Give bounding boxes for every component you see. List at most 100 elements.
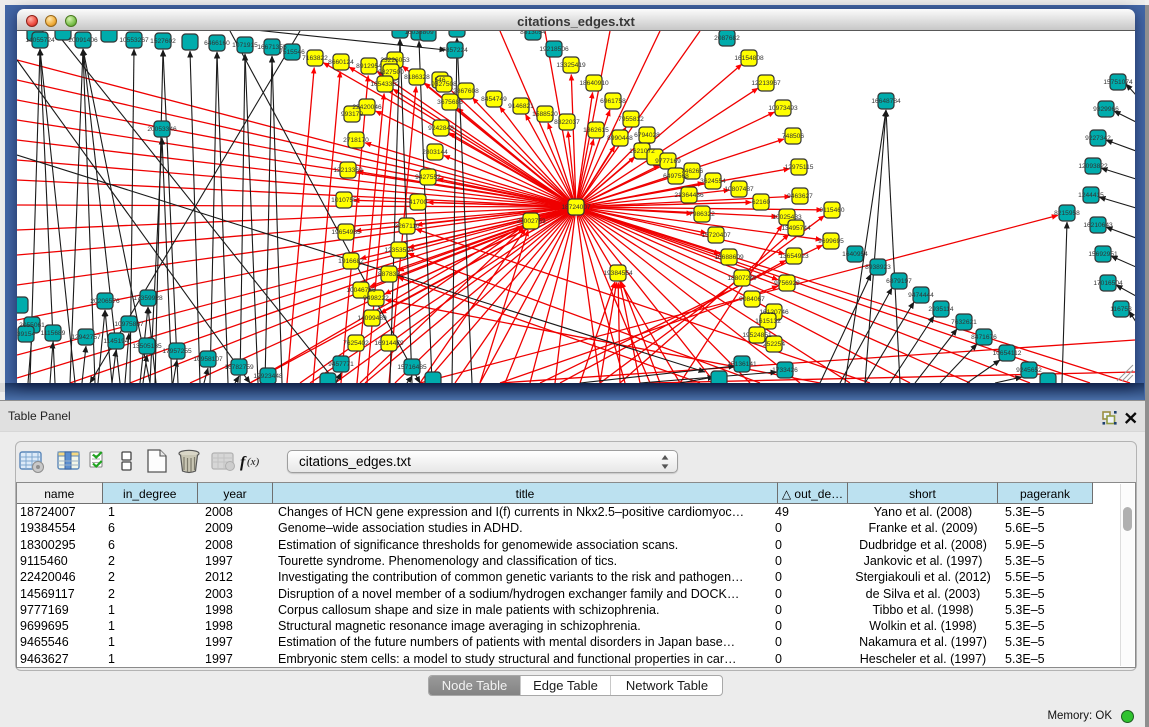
svg-text:10688609: 10688609 xyxy=(714,254,744,261)
svg-text:8471676: 8471676 xyxy=(971,334,997,341)
svg-text:12942757: 12942757 xyxy=(71,334,101,341)
svg-text:3624554: 3624554 xyxy=(700,178,726,185)
svg-text:7163822: 7163822 xyxy=(302,55,328,62)
svg-text:7625402: 7625402 xyxy=(343,340,369,347)
svg-text:9227342: 9227342 xyxy=(1085,135,1111,142)
svg-text:1010755: 1010755 xyxy=(331,197,357,204)
svg-text:20091406: 20091406 xyxy=(68,37,98,44)
svg-text:1588520: 1588520 xyxy=(532,111,558,118)
svg-text:10958107: 10958107 xyxy=(193,356,223,363)
svg-text:20053346: 20053346 xyxy=(147,126,177,133)
svg-text:1145194: 1145194 xyxy=(103,338,129,345)
svg-text:1621072: 1621072 xyxy=(629,148,655,155)
svg-text:18640910: 18640910 xyxy=(579,80,609,87)
svg-text:2087682: 2087682 xyxy=(714,35,740,42)
svg-text:9777169: 9777169 xyxy=(655,158,681,165)
svg-text:12213369: 12213369 xyxy=(333,167,363,174)
svg-text:252254: 252254 xyxy=(763,341,785,348)
svg-text:9084067: 9084067 xyxy=(739,296,765,303)
svg-text:116753: 116753 xyxy=(1110,306,1132,313)
svg-text:16120746: 16120746 xyxy=(759,309,789,316)
svg-text:15751074: 15751074 xyxy=(1103,79,1133,86)
svg-text:16782759: 16782759 xyxy=(224,364,254,371)
svg-text:9327508: 9327508 xyxy=(431,81,457,88)
svg-text:6879197: 6879197 xyxy=(886,278,912,285)
svg-text:9329966: 9329966 xyxy=(1093,106,1119,113)
svg-text:16914479: 16914479 xyxy=(374,340,404,347)
svg-text:16648784: 16648784 xyxy=(871,98,901,105)
svg-text:10807487: 10807487 xyxy=(724,186,754,193)
svg-text:20206576: 20206576 xyxy=(90,298,120,305)
svg-text:21364436: 21364436 xyxy=(674,192,704,199)
svg-text:15692951: 15692951 xyxy=(1088,251,1118,258)
svg-text:9827500: 9827500 xyxy=(378,69,404,76)
svg-text:16543382: 16543382 xyxy=(370,81,400,88)
svg-text:6466160: 6466160 xyxy=(204,40,230,47)
svg-text:19654985: 19654985 xyxy=(331,229,361,236)
svg-text:10046766: 10046766 xyxy=(346,287,376,294)
svg-text:1640954: 1640954 xyxy=(842,251,868,258)
svg-text:2867608: 2867608 xyxy=(453,88,479,95)
svg-text:18724007: 18724007 xyxy=(561,204,591,211)
svg-text:(x): (x) xyxy=(247,456,260,468)
svg-text:12093822: 12093822 xyxy=(1078,163,1108,170)
svg-text:41700: 41700 xyxy=(409,199,428,206)
svg-text:16033809: 16033809 xyxy=(404,31,434,36)
svg-text:39154: 39154 xyxy=(17,331,35,338)
svg-text:12213967: 12213967 xyxy=(751,80,781,87)
svg-text:3267110: 3267110 xyxy=(394,223,420,230)
svg-text:15720407: 15720407 xyxy=(701,232,731,239)
svg-text:887833: 887833 xyxy=(378,271,400,278)
svg-text:9457771: 9457771 xyxy=(328,361,354,368)
svg-text:8454749: 8454749 xyxy=(481,96,507,103)
svg-text:8660124: 8660124 xyxy=(328,59,354,66)
svg-text:10975867: 10975867 xyxy=(114,321,144,328)
svg-text:12923448: 12923448 xyxy=(253,373,283,380)
svg-text:10025433: 10025433 xyxy=(772,214,802,221)
svg-text:2935114: 2935114 xyxy=(928,306,954,313)
svg-text:16210643: 16210643 xyxy=(1083,222,1113,229)
svg-text:19218506: 19218506 xyxy=(539,46,569,53)
svg-text:13505135: 13505135 xyxy=(132,343,162,350)
svg-text:12975115: 12975115 xyxy=(785,164,814,171)
svg-text:13654923: 13654923 xyxy=(779,253,809,260)
svg-text:15136141: 15136141 xyxy=(727,361,757,368)
svg-text:23226053: 23226053 xyxy=(380,57,410,64)
svg-text:1244415: 1244415 xyxy=(1078,192,1104,199)
svg-text:1733426: 1733426 xyxy=(772,367,798,374)
svg-text:1115689: 1115689 xyxy=(41,330,66,337)
svg-text:1916682: 1916682 xyxy=(338,258,364,265)
svg-text:13495744: 13495744 xyxy=(781,225,811,232)
svg-text:7632621: 7632621 xyxy=(951,319,977,326)
svg-text:16154808: 16154808 xyxy=(734,55,764,62)
svg-text:14099489: 14099489 xyxy=(357,315,387,322)
svg-text:2718170: 2718170 xyxy=(343,137,369,144)
svg-text:7986322: 7986322 xyxy=(689,211,715,218)
svg-text:7955812: 7955812 xyxy=(618,116,644,123)
svg-text:15716485: 15716485 xyxy=(397,364,427,371)
svg-text:748506: 748506 xyxy=(782,133,804,140)
svg-text:62160: 62160 xyxy=(752,199,771,206)
svg-text:9756928: 9756928 xyxy=(774,280,800,287)
svg-text:14055724: 14055724 xyxy=(25,37,55,44)
svg-text:9498222: 9498222 xyxy=(363,295,389,302)
svg-text:19524851: 19524851 xyxy=(742,332,772,339)
svg-text:9699695: 9699695 xyxy=(818,238,844,245)
svg-text:f: f xyxy=(240,454,247,471)
svg-text:8215958: 8215958 xyxy=(1054,210,1080,217)
svg-text:12353594: 12353594 xyxy=(384,247,414,254)
svg-text:6794028: 6794028 xyxy=(634,132,660,139)
svg-text:8938923: 8938923 xyxy=(865,264,891,271)
svg-text:9146821: 9146821 xyxy=(508,103,534,110)
svg-text:9245652: 9245652 xyxy=(1016,367,1042,374)
svg-text:2055061: 2055061 xyxy=(19,322,45,329)
svg-text:9115460: 9115460 xyxy=(819,207,845,214)
svg-text:17359928: 17359928 xyxy=(133,295,163,302)
svg-text:9474444: 9474444 xyxy=(908,292,934,299)
svg-text:8322037: 8322037 xyxy=(554,119,580,126)
svg-text:1071915: 1071915 xyxy=(232,42,258,49)
svg-text:9427552: 9427552 xyxy=(415,174,441,181)
svg-text:10973493: 10973493 xyxy=(768,105,798,112)
svg-text:8186328: 8186328 xyxy=(404,74,430,81)
svg-text:3675685: 3675685 xyxy=(437,99,463,106)
